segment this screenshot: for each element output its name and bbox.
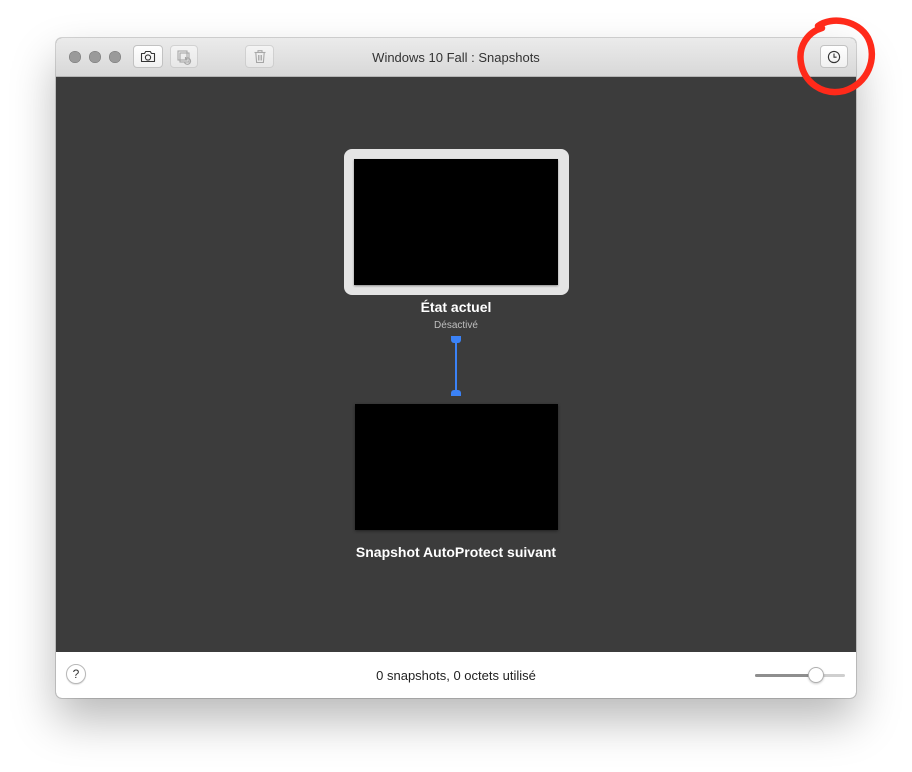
snapshot-connector xyxy=(451,336,461,396)
minimize-window-button[interactable] xyxy=(89,51,101,63)
autoprotect-button[interactable] xyxy=(820,45,848,68)
camera-icon xyxy=(140,50,156,63)
snapshot-count-status: 0 snapshots, 0 octets utilisé xyxy=(376,668,536,683)
close-window-button[interactable] xyxy=(69,51,81,63)
title-bar: Windows 10 Fall : Snapshots xyxy=(56,38,856,77)
delete-snapshot-button[interactable] xyxy=(245,45,274,68)
take-snapshot-button[interactable] xyxy=(133,45,163,68)
restore-snapshot-button[interactable] xyxy=(170,45,198,68)
current-state-screen xyxy=(354,159,558,285)
clock-icon xyxy=(827,50,841,64)
zoom-window-button[interactable] xyxy=(109,51,121,63)
zoom-slider[interactable] xyxy=(755,667,845,683)
zoom-slider-fill xyxy=(755,674,817,677)
restore-icon xyxy=(176,49,192,65)
snapshots-window: Windows 10 Fall : Snapshots État actuel … xyxy=(56,38,856,698)
current-state-label: État actuel xyxy=(420,299,492,315)
trash-icon xyxy=(253,49,267,64)
current-state-status: Désactivé xyxy=(434,320,478,331)
status-bar: ? 0 snapshots, 0 octets utilisé xyxy=(56,652,856,698)
next-snapshot-label: Snapshot AutoProtect suivant xyxy=(355,544,557,560)
current-state-thumbnail[interactable] xyxy=(344,149,569,295)
next-snapshot-thumbnail[interactable] xyxy=(355,404,558,530)
snapshot-tree-area: État actuel Désactivé Snapshot AutoProte… xyxy=(56,77,856,652)
